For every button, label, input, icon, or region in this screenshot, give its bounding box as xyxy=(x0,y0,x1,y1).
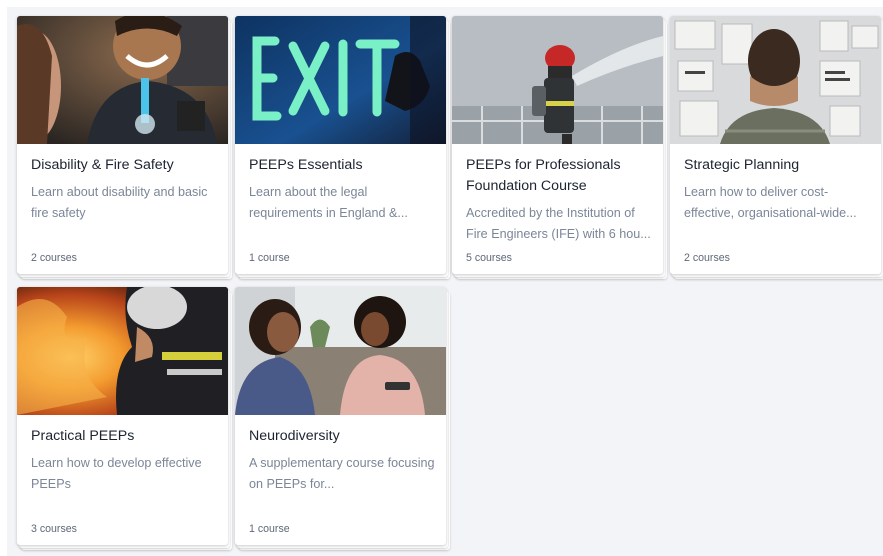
course-thumbnail-image xyxy=(17,16,228,144)
course-title: Strategic Planning xyxy=(684,157,800,173)
course-grid: Disability & Fire Safety Learn about dis… xyxy=(7,7,883,556)
course-card-peeps-for-professionals: PEEPs for Professionals Foundation Cours… xyxy=(452,16,667,279)
course-card-peeps-essentials: PEEPs Essentials Learn about the legal r… xyxy=(235,16,450,279)
course-card-neurodiversity: Neurodiversity A supplementary course fo… xyxy=(235,287,450,550)
course-thumbnail-image xyxy=(670,16,881,144)
course-card[interactable]: Neurodiversity A supplementary course fo… xyxy=(235,287,446,545)
course-card[interactable]: Practical PEEPs Learn how to develop eff… xyxy=(17,287,228,545)
course-description: Accredited by the Institution of Fire En… xyxy=(466,206,651,241)
course-card-strategic-planning: Strategic Planning Learn how to deliver … xyxy=(670,16,883,279)
course-description: Learn how to deliver cost-effective, org… xyxy=(684,185,857,220)
course-card-practical-peeps: Practical PEEPs Learn how to develop eff… xyxy=(17,287,232,550)
course-title: PEEPs for Professionals Foundation Cours… xyxy=(466,157,621,194)
course-title: Disability & Fire Safety xyxy=(31,157,174,173)
course-thumbnail-image xyxy=(452,16,663,144)
course-count: 2 courses xyxy=(684,252,730,264)
course-card[interactable]: Disability & Fire Safety Learn about dis… xyxy=(17,16,228,274)
course-title: Neurodiversity xyxy=(249,428,340,444)
course-description: Learn how to develop effective PEEPs xyxy=(31,456,202,491)
course-thumbnail-image xyxy=(235,16,446,144)
course-description: Learn about disability and basic fire sa… xyxy=(31,185,208,220)
course-count: 3 courses xyxy=(31,523,77,535)
course-title: PEEPs Essentials xyxy=(249,157,363,173)
course-count: 5 courses xyxy=(466,252,512,264)
course-card-disability-fire-safety: Disability & Fire Safety Learn about dis… xyxy=(17,16,232,279)
course-thumbnail-image xyxy=(17,287,228,415)
course-description: A supplementary course focusing on PEEPs… xyxy=(249,456,435,491)
course-count: 1 course xyxy=(249,523,290,535)
course-count: 1 course xyxy=(249,252,290,264)
course-card[interactable]: Strategic Planning Learn how to deliver … xyxy=(670,16,881,274)
course-description: Learn about the legal requirements in En… xyxy=(249,185,408,220)
course-title: Practical PEEPs xyxy=(31,428,135,444)
course-thumbnail-image xyxy=(235,287,446,415)
course-count: 2 courses xyxy=(31,252,77,264)
course-card[interactable]: PEEPs Essentials Learn about the legal r… xyxy=(235,16,446,274)
course-card[interactable]: PEEPs for Professionals Foundation Cours… xyxy=(452,16,663,274)
